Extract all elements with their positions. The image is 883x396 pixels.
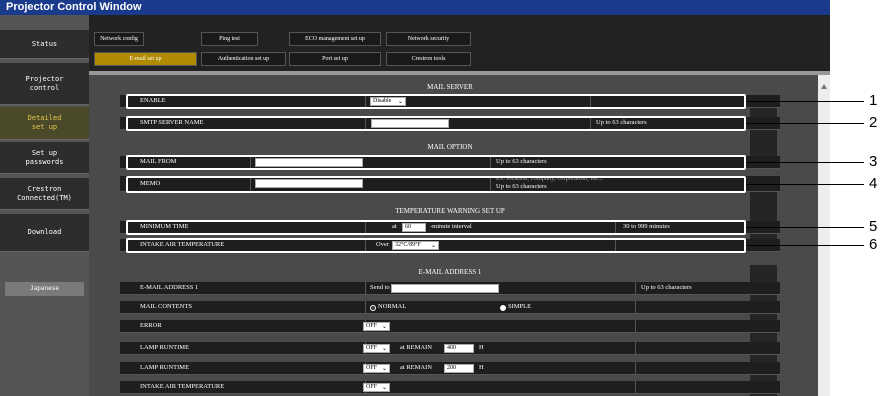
highlight-frame	[126, 155, 746, 170]
sidebar-item-set-up-passwords[interactable]: Set up passwords	[0, 142, 89, 174]
intake-air-alert-select[interactable]: OFF ⌄	[363, 383, 390, 392]
email-address-row: E-MAIL ADDRESS 1 Send to Up to 63 charac…	[120, 282, 780, 295]
email-address-label: E-MAIL ADDRESS 1	[140, 284, 199, 291]
column-divider	[635, 301, 636, 314]
intake-air-alert-row: INTAKE AIR TEMPERATURE OFF ⌄	[120, 381, 780, 394]
column-divider	[635, 381, 636, 394]
sidebar-item-projector-control[interactable]: Projector control	[0, 63, 89, 105]
callout-line	[746, 162, 864, 163]
at-remain-text: at REMAIN	[400, 364, 432, 371]
window-title: Projector Control Window	[6, 1, 142, 13]
column-divider	[635, 320, 636, 333]
highlight-frame	[126, 220, 746, 235]
intake-air-alert-select-value: OFF	[366, 384, 378, 390]
email-address-note: Up to 63 characters	[641, 284, 692, 291]
sidebar-item-crestron-connected[interactable]: Crestron Connected(TM)	[0, 178, 89, 210]
tab-ping-test[interactable]: Ping test	[201, 32, 258, 46]
chevron-down-icon: ⌄	[381, 385, 387, 391]
callout-line	[746, 101, 864, 102]
callout-5: 5	[869, 218, 878, 235]
temperature-warning-title: TEMPERATURE WARNING SET UP	[395, 207, 505, 215]
lamp-runtime-label: LAMP RUNTIME	[140, 364, 190, 371]
callout-4: 4	[869, 175, 878, 192]
highlight-frame	[126, 116, 746, 131]
scroll-up-arrow-icon[interactable]	[821, 84, 827, 89]
tab-port-set-up[interactable]: Port set up	[289, 52, 381, 66]
tab-eco-management[interactable]: ECO management set up	[289, 32, 381, 46]
hours-text: H	[479, 344, 484, 351]
column-divider	[365, 301, 366, 314]
callout-2: 2	[869, 114, 878, 131]
lamp-runtime-row-1: LAMP RUNTIME OFF ⌄ at REMAIN 400 H	[120, 342, 780, 355]
callout-line	[746, 245, 864, 246]
title-bar: Projector Control Window	[0, 0, 830, 15]
normal-radio[interactable]	[370, 305, 376, 311]
sidebar: Status Projector control Detailed set up…	[0, 15, 89, 396]
callout-1: 1	[869, 92, 878, 109]
error-label: ERROR	[140, 322, 162, 329]
lamp-runtime-row-2: LAMP RUNTIME OFF ⌄ at REMAIN 200 H	[120, 362, 780, 375]
callout-line	[746, 184, 864, 185]
simple-label: SIMPLE	[508, 303, 532, 310]
mail-option-title: MAIL OPTION	[427, 143, 473, 151]
error-select[interactable]: OFF ⌄	[363, 322, 390, 331]
lamp-remain-input-1[interactable]: 400	[444, 344, 474, 353]
column-divider	[365, 282, 366, 295]
tab-network-security[interactable]: Network security	[386, 32, 471, 46]
tab-crestron-tools[interactable]: Crestron tools	[386, 52, 471, 66]
sidebar-item-status[interactable]: Status	[0, 30, 89, 59]
callout-line	[746, 227, 864, 228]
mail-contents-label: MAIL CONTENTS	[140, 303, 192, 310]
chevron-down-icon: ⌄	[381, 324, 387, 330]
at-remain-text: at REMAIN	[400, 344, 432, 351]
lamp-runtime-select-value: OFF	[366, 345, 378, 351]
mail-contents-row: MAIL CONTENTS NORMAL SIMPLE	[120, 301, 780, 314]
highlight-frame	[126, 94, 746, 109]
lamp-remain-input-2[interactable]: 200	[444, 364, 474, 373]
send-to-text: Send to	[370, 284, 390, 291]
callout-line	[746, 123, 864, 124]
sidebar-item-detailed-set-up[interactable]: Detailed set up	[0, 107, 89, 140]
email-address-1-title: E-MAIL ADDRESS 1	[418, 268, 482, 276]
tab-bar: Network config Ping test ECO management …	[89, 15, 830, 71]
simple-radio[interactable]	[500, 305, 506, 311]
tab-email-set-up[interactable]: E-mail set up	[94, 52, 197, 66]
mail-server-title: MAIL SERVER	[427, 83, 473, 91]
lamp-runtime-select-2[interactable]: OFF ⌄	[363, 364, 390, 373]
tab-authentication-set-up[interactable]: Authentication set up	[201, 52, 286, 66]
intake-air-alert-label: INTAKE AIR TEMPERATURE	[140, 383, 225, 390]
lamp-runtime-label: LAMP RUNTIME	[140, 344, 190, 351]
column-divider	[635, 342, 636, 355]
sidebar-item-download[interactable]: Download	[0, 214, 89, 252]
email-address-input[interactable]	[391, 284, 499, 293]
tab-network-config[interactable]: Network config	[94, 32, 144, 46]
japanese-button[interactable]: Japanese	[5, 282, 84, 296]
error-select-value: OFF	[366, 323, 378, 329]
column-divider	[635, 282, 636, 295]
lamp-runtime-select-1[interactable]: OFF ⌄	[363, 344, 390, 353]
error-row: ERROR OFF ⌄	[120, 320, 780, 333]
chevron-down-icon: ⌄	[381, 366, 387, 372]
highlight-frame	[126, 176, 746, 193]
chevron-down-icon: ⌄	[381, 346, 387, 352]
hours-text: H	[479, 364, 484, 371]
lamp-runtime-select-value: OFF	[366, 365, 378, 371]
callout-6: 6	[869, 236, 878, 253]
column-divider	[635, 362, 636, 375]
normal-label: NORMAL	[378, 303, 407, 310]
annotation-margin	[830, 0, 883, 396]
highlight-frame	[126, 238, 746, 253]
callout-3: 3	[869, 153, 878, 170]
